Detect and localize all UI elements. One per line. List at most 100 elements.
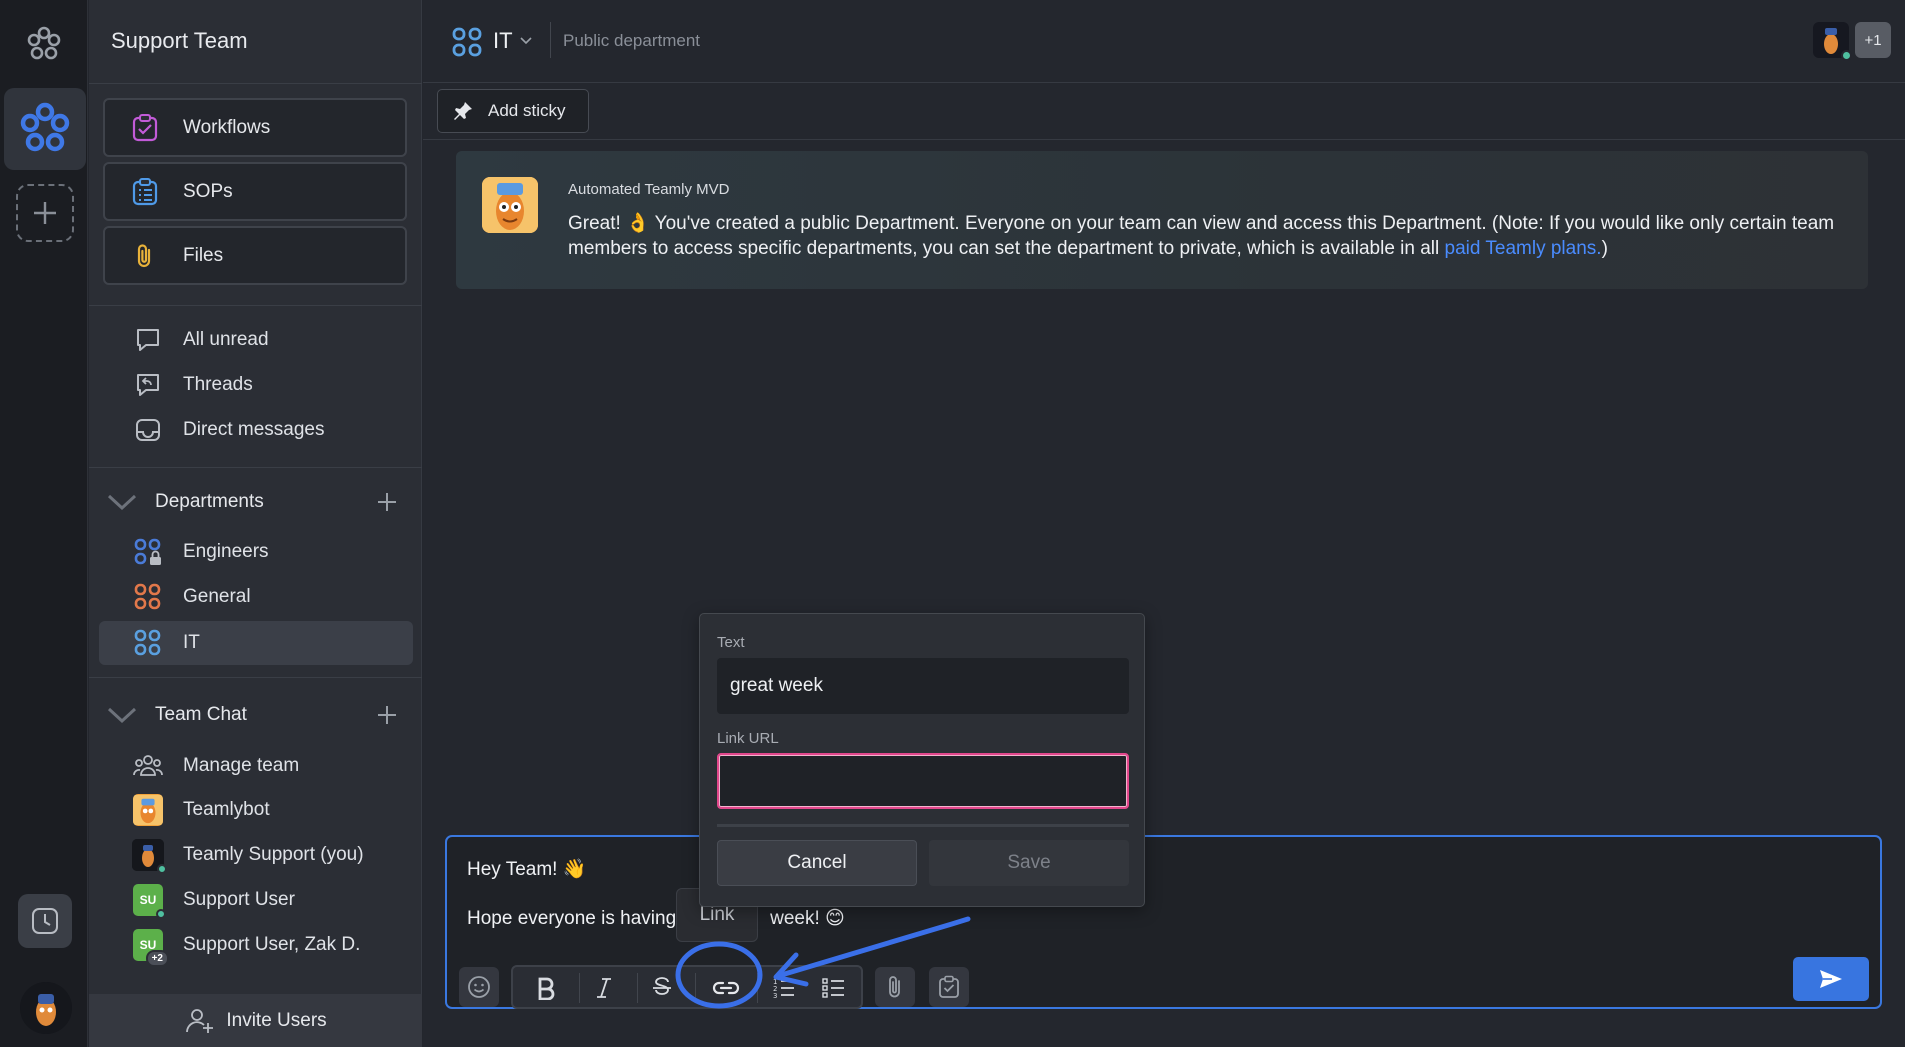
chevron-down-icon bbox=[107, 494, 137, 511]
history-button[interactable] bbox=[18, 894, 72, 948]
divider bbox=[89, 83, 422, 84]
user-avatar bbox=[132, 839, 167, 874]
sops-button[interactable]: SOPs bbox=[103, 162, 407, 221]
plus-icon bbox=[34, 202, 56, 224]
divider bbox=[717, 824, 1129, 827]
link-button[interactable] bbox=[696, 969, 756, 1007]
invite-users-label: Invite Users bbox=[226, 1009, 327, 1031]
teamlybot-avatar bbox=[133, 794, 163, 826]
divider bbox=[89, 677, 422, 678]
department-title[interactable]: IT bbox=[493, 28, 513, 54]
emoji-icon bbox=[468, 976, 490, 998]
all-unread-label: All unread bbox=[183, 329, 269, 350]
paid-plans-link[interactable]: paid Teamly plans. bbox=[1445, 238, 1602, 259]
composer-line[interactable]: Hey Team! 👋 bbox=[467, 857, 586, 881]
system-message: Automated Teamly MVD Great! 👌 You've cre… bbox=[456, 151, 1868, 289]
department-engineers[interactable]: Engineers bbox=[99, 532, 413, 572]
link-url-input[interactable] bbox=[717, 753, 1129, 809]
divider bbox=[757, 973, 758, 1003]
team-chat-section-header[interactable]: Team Chat bbox=[99, 697, 413, 733]
ordered-list-icon: 123 bbox=[773, 978, 794, 1000]
teamlybot-avatar bbox=[482, 177, 538, 233]
people-icon bbox=[133, 751, 163, 781]
add-sticky-button[interactable]: Add sticky bbox=[437, 89, 589, 133]
bold-icon bbox=[538, 977, 555, 1000]
link-text-input[interactable]: great week bbox=[717, 658, 1129, 714]
emoji-button[interactable] bbox=[459, 967, 499, 1007]
url-field-label: Link URL bbox=[717, 730, 779, 747]
link-icon bbox=[712, 981, 740, 995]
chat-support-user[interactable]: SU Support User bbox=[99, 880, 413, 920]
sticky-bar: Add sticky bbox=[423, 84, 1905, 140]
member-count-badge: +2 bbox=[145, 950, 169, 967]
sidebar: Support Team Workflows SOPs Files All un… bbox=[89, 0, 422, 1047]
department-visibility: Public department bbox=[563, 31, 701, 50]
bullet-list-button[interactable] bbox=[809, 969, 859, 1007]
format-button-group: 123 bbox=[511, 965, 863, 1009]
cancel-button[interactable]: Cancel bbox=[717, 840, 917, 886]
paperclip-icon bbox=[889, 976, 900, 998]
department-icon bbox=[133, 628, 163, 658]
add-chat-plus-icon[interactable] bbox=[373, 701, 401, 729]
invite-users-button[interactable]: Invite Users bbox=[89, 994, 422, 1047]
send-icon bbox=[1820, 970, 1842, 988]
online-status-dot bbox=[156, 909, 166, 919]
insert-link-dialog: Text great week Link URL Cancel Save bbox=[699, 613, 1145, 907]
message-composer[interactable]: Hey Team! 👋 Hope everyone is having week!… bbox=[445, 835, 1882, 1009]
chat-teamly-support[interactable]: Teamly Support (you) bbox=[99, 835, 413, 875]
chat-teamlybot[interactable]: Teamlybot bbox=[99, 790, 413, 830]
department-locked-icon bbox=[133, 537, 163, 567]
message-body: Great! 👌 You've created a public Departm… bbox=[568, 211, 1838, 261]
add-user-icon bbox=[186, 1008, 214, 1033]
italic-icon bbox=[597, 978, 611, 998]
workflow-icon bbox=[129, 112, 161, 144]
current-user-avatar[interactable] bbox=[20, 982, 72, 1034]
formatting-toolbar: 123 bbox=[447, 959, 1880, 1009]
initials-avatar: SU +2 bbox=[133, 929, 169, 967]
teamly-logo-icon bbox=[24, 24, 64, 64]
add-workspace-button[interactable] bbox=[16, 184, 74, 242]
manage-team-link[interactable]: Manage team bbox=[99, 746, 413, 786]
department-icon bbox=[133, 582, 163, 612]
workflows-button[interactable]: Workflows bbox=[103, 98, 407, 157]
department-icon bbox=[452, 27, 482, 57]
strikethrough-button[interactable] bbox=[637, 969, 687, 1007]
chat-label: Teamly Support (you) bbox=[183, 844, 364, 865]
divider bbox=[550, 22, 551, 58]
add-department-plus-icon[interactable] bbox=[373, 488, 401, 516]
chat-label: Teamlybot bbox=[183, 799, 270, 820]
workspace-support-team[interactable] bbox=[4, 88, 86, 170]
threads-link[interactable]: Threads bbox=[99, 365, 413, 405]
ordered-list-button[interactable]: 123 bbox=[759, 969, 809, 1007]
department-it[interactable]: IT bbox=[99, 621, 413, 665]
bold-button[interactable] bbox=[521, 969, 571, 1007]
files-label: Files bbox=[183, 244, 224, 266]
department-label: Engineers bbox=[183, 541, 269, 562]
chevron-down-icon[interactable] bbox=[519, 34, 533, 48]
online-status-dot bbox=[157, 864, 167, 874]
chevron-down-icon bbox=[107, 707, 137, 724]
all-unread-link[interactable]: All unread bbox=[99, 320, 413, 360]
member-overflow-count[interactable]: +1 bbox=[1855, 22, 1891, 58]
chat-label: Support User bbox=[183, 889, 295, 910]
manage-team-label: Manage team bbox=[183, 755, 300, 776]
pin-icon bbox=[454, 102, 472, 120]
send-button[interactable] bbox=[1793, 957, 1869, 1001]
workspace-rail bbox=[0, 0, 88, 1047]
composer-line[interactable]: Hope everyone is having week! 😊 bbox=[467, 907, 845, 930]
message-author: Automated Teamly MVD bbox=[568, 181, 730, 198]
department-general[interactable]: General bbox=[99, 577, 413, 617]
text-field-label: Text bbox=[717, 634, 745, 651]
task-button[interactable] bbox=[929, 967, 969, 1007]
chat-label: Support User, Zak D. bbox=[183, 934, 361, 955]
clock-icon bbox=[32, 908, 58, 934]
chat-support-user-group[interactable]: SU +2 Support User, Zak D. bbox=[99, 925, 413, 967]
files-button[interactable]: Files bbox=[103, 226, 407, 285]
direct-messages-link[interactable]: Direct messages bbox=[99, 410, 413, 450]
task-icon bbox=[939, 975, 959, 998]
attach-button[interactable] bbox=[875, 967, 915, 1007]
svg-text:3: 3 bbox=[773, 992, 777, 1000]
italic-button[interactable] bbox=[579, 969, 629, 1007]
save-button[interactable]: Save bbox=[929, 840, 1129, 886]
departments-section-header[interactable]: Departments bbox=[99, 484, 413, 520]
